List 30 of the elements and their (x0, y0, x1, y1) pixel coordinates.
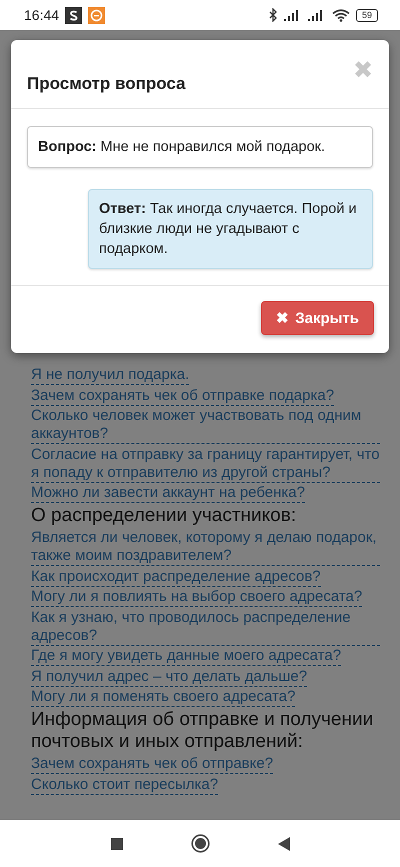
close-button[interactable]: ✖ Закрыть (261, 301, 374, 335)
faq-link[interactable]: Где я могу увидеть данные моего адресата? (31, 647, 342, 666)
faq-link[interactable]: Я получил адрес – что делать дальше? (31, 668, 308, 686)
battery-level: 59 (356, 8, 378, 22)
section-heading: О распределении участников: (31, 505, 298, 527)
bluetooth-icon (268, 8, 278, 22)
faq-link[interactable]: Является ли человек, которому я делаю подарок, также моим поздравителем? (31, 529, 380, 566)
faq-link[interactable]: Зачем сохранять чек об отправке подарка? (31, 386, 334, 406)
faq-link[interactable]: Сколько человек может участвовать под одним аккаунтов? (31, 407, 380, 444)
question-text: Вопрос: Мне не понравился мой подарок. (27, 126, 373, 168)
faq-link[interactable]: Я не получил подарка. (31, 366, 190, 385)
app-icon (88, 6, 106, 24)
section-heading: Информация об отправке и получении почтовых и иных отправлений: (31, 709, 374, 753)
faq-link[interactable]: Согласие на отправку за границу гарантирует, что я попаду к отправителю из другой страны? (31, 446, 380, 482)
faq-link[interactable]: Зачем сохранять чек об отправке? (31, 755, 274, 774)
faq-link[interactable]: Как я узнаю, что проводилось распределение адресов? (31, 608, 380, 646)
faq-link[interactable]: Можно ли завести аккаунт на ребенка? (31, 484, 305, 503)
faq-link[interactable]: Сколько стоит пересылка? (31, 776, 218, 794)
app-icon (65, 6, 82, 24)
status-time: 16:44 (24, 7, 60, 23)
wifi-icon (332, 8, 350, 22)
home-icon[interactable] (190, 834, 210, 853)
faq-link[interactable]: Как происходит распределение адресов? (31, 568, 321, 586)
modal-title: Просмотр вопроса (27, 74, 186, 94)
close-button[interactable]: ✖ (353, 56, 373, 85)
recents-icon[interactable] (110, 838, 122, 850)
back-icon[interactable] (278, 836, 290, 850)
faq-link[interactable]: Могу ли я повлиять на выбор своего адресата? (31, 588, 362, 607)
faq-link[interactable]: Могу ли я поменять своего адресата? (31, 688, 296, 707)
answer-text: Ответ: Так иногда случается. Порой и близкие люди не угадывают с подарком. (88, 189, 373, 269)
